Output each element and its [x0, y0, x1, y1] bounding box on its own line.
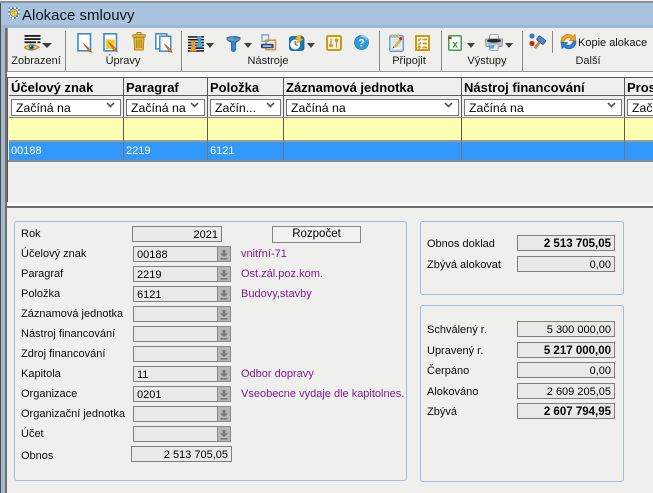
svg-text:?: ? [358, 38, 365, 50]
svg-text:x: x [452, 40, 458, 51]
